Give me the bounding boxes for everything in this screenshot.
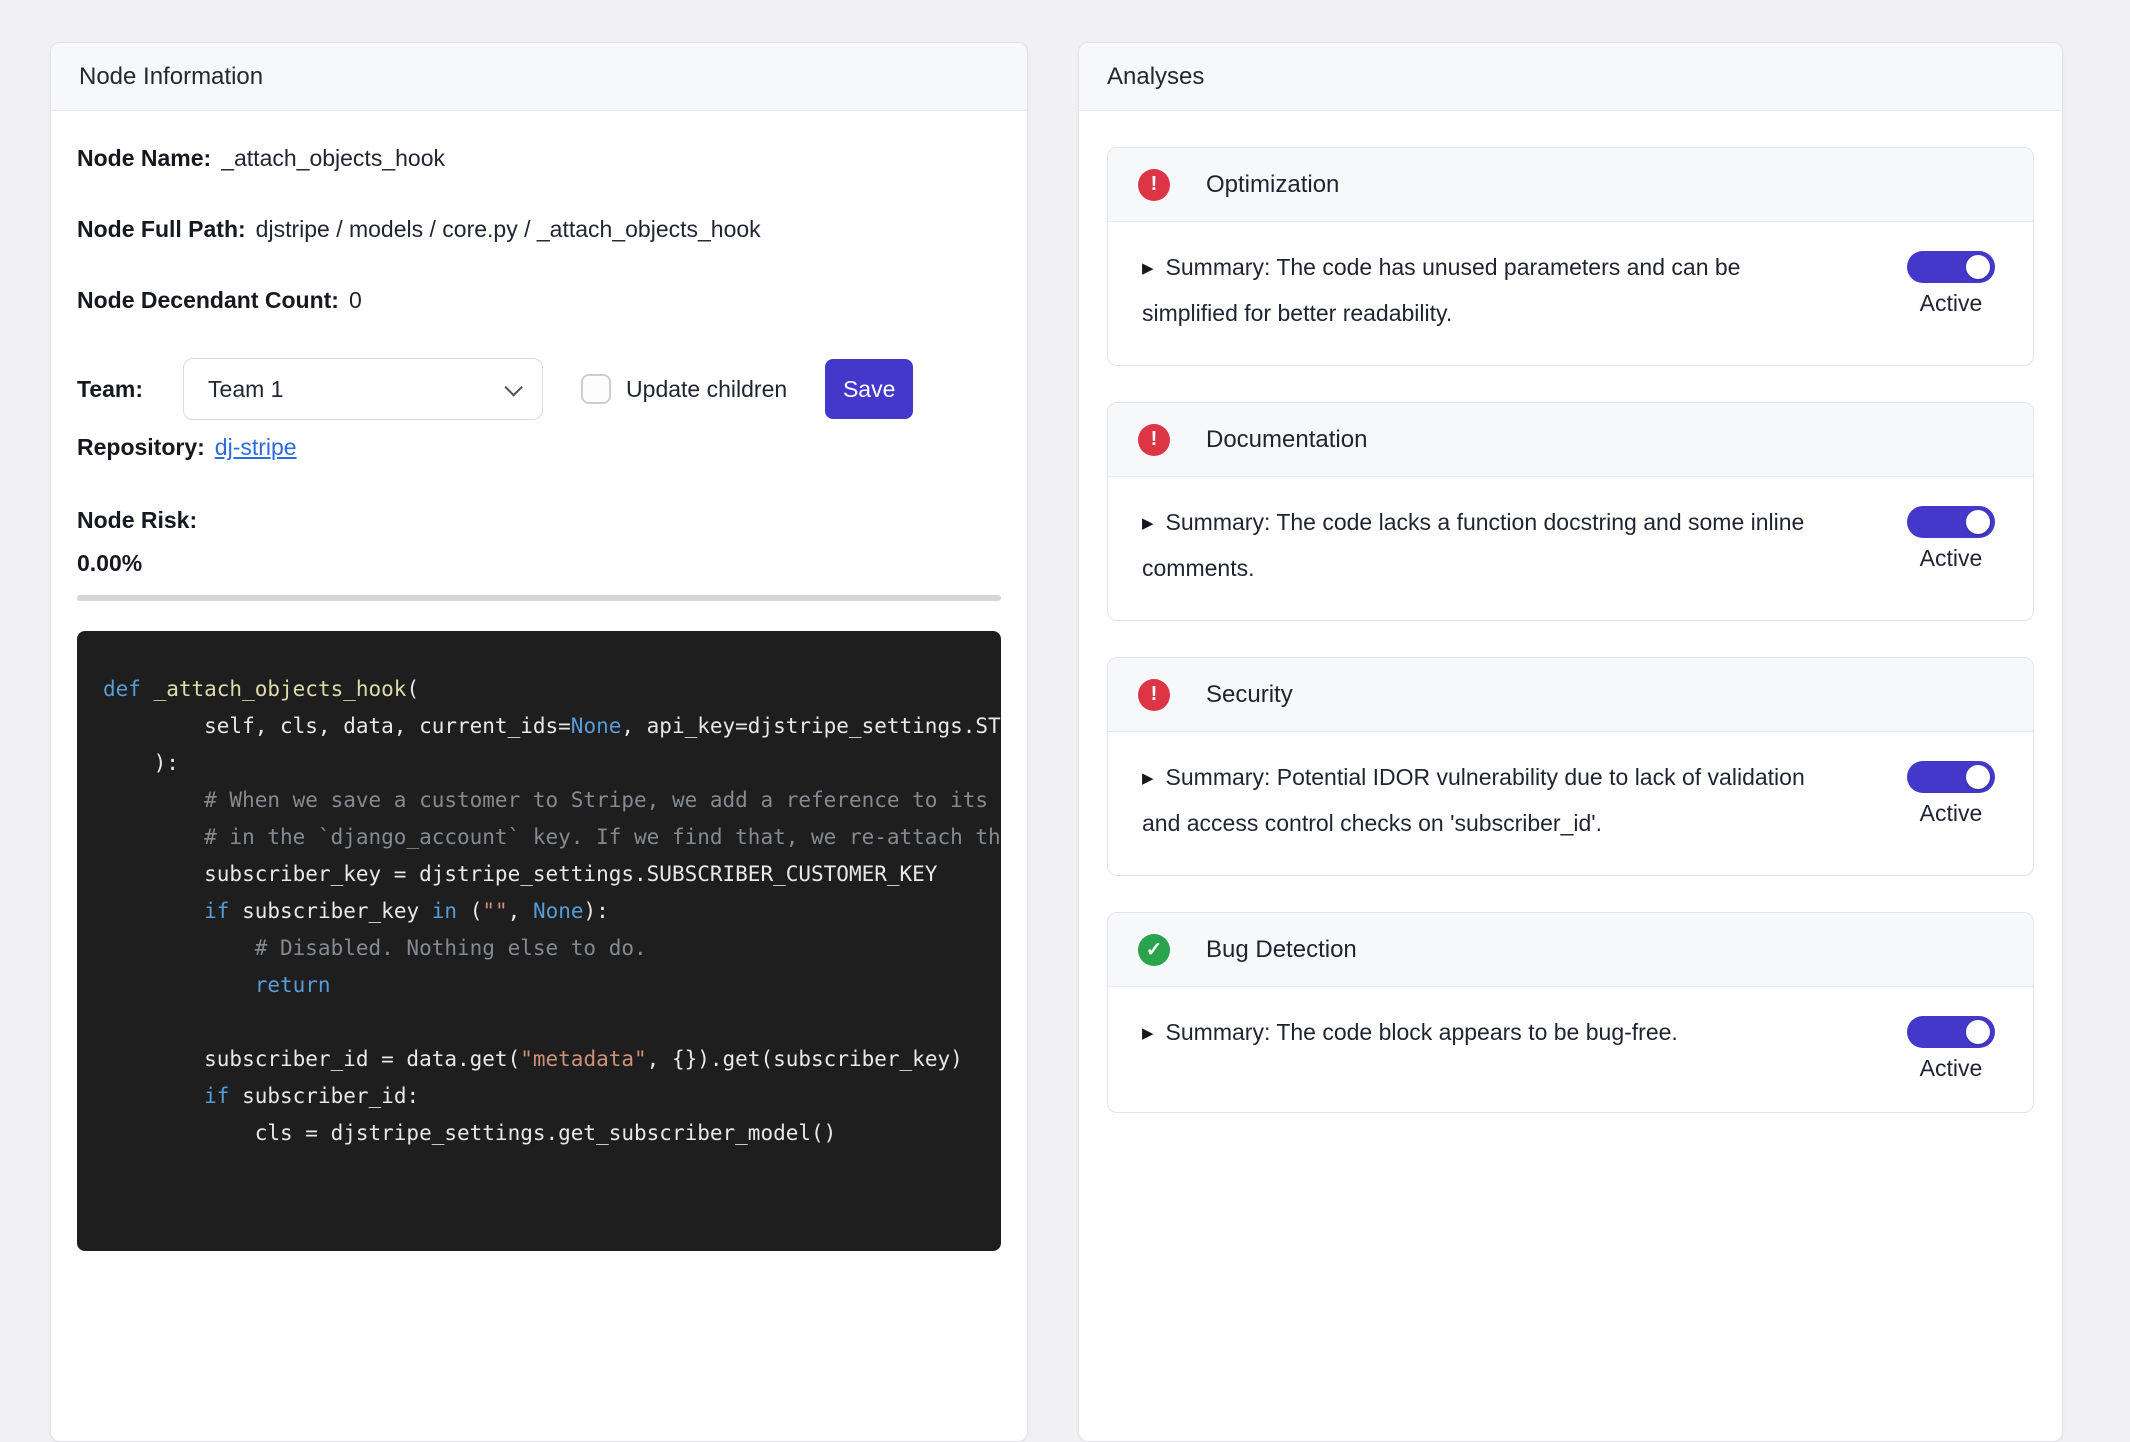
analysis-card-title: Security <box>1206 681 1293 709</box>
node-name-row: Node Name: _attach_objects_hook <box>77 145 1001 172</box>
node-full-path-row: Node Full Path: djstripe / models / core.… <box>77 216 1001 243</box>
chevron-down-icon <box>504 378 522 396</box>
analysis-card-title: Bug Detection <box>1206 936 1357 964</box>
node-full-path-value: djstripe / models / core.py / _attach_ob… <box>256 216 761 242</box>
update-children-label: Update children <box>626 376 787 403</box>
toggle-knob <box>1966 510 1990 534</box>
node-information-header: Node Information <box>51 43 1027 111</box>
analyses-panel: Analyses ! Optimization ▶Summary: The co… <box>1078 42 2063 1442</box>
analysis-summary[interactable]: ▶ Summary: The code block appears to be b… <box>1142 1011 1832 1057</box>
repository-link[interactable]: dj-stripe <box>215 434 297 460</box>
analysis-card: ! Documentation ▶Summary: The code lacks… <box>1107 402 2034 621</box>
analysis-card-body: ▶ Summary: The code block appears to be b… <box>1108 987 2033 1112</box>
disclosure-triangle-icon[interactable]: ▶ <box>1142 247 1154 290</box>
repository-row: Repository: dj-stripe <box>77 434 1001 461</box>
node-risk-label-row: Node Risk: <box>77 507 1001 534</box>
toggle-knob <box>1966 255 1990 279</box>
toggle-wrap: Active <box>1907 761 1995 827</box>
check-circle-icon: ✓ <box>1138 934 1170 966</box>
toggle-status-label: Active <box>1920 290 1983 317</box>
toggle-knob <box>1966 1020 1990 1044</box>
analysis-card-body: ▶Summary: Potential IDOR vulnerability d… <box>1108 732 2033 875</box>
team-select-value: Team 1 <box>208 376 283 403</box>
toggle-wrap: Active <box>1907 251 1995 317</box>
team-row: Team: Team 1 Update children Save <box>77 358 1001 420</box>
disclosure-triangle-icon[interactable]: ▶ <box>1142 757 1154 800</box>
save-button[interactable]: Save <box>825 359 913 419</box>
active-toggle[interactable] <box>1907 506 1995 538</box>
node-descendant-count-value: 0 <box>349 287 362 313</box>
node-name-value: _attach_objects_hook <box>221 145 445 171</box>
exclamation-circle-icon: ! <box>1138 424 1170 456</box>
analysis-card: ! Optimization ▶Summary: The code has un… <box>1107 147 2034 366</box>
analysis-summary[interactable]: ▶Summary: The code has unused parameters… <box>1142 246 1832 335</box>
team-select[interactable]: Team 1 <box>183 358 543 420</box>
node-risk-label: Node Risk: <box>77 507 197 533</box>
node-descendant-count-row: Node Decendant Count: 0 <box>77 287 1001 314</box>
exclamation-circle-icon: ! <box>1138 169 1170 201</box>
exclamation-circle-icon: ! <box>1138 679 1170 711</box>
disclosure-triangle-icon[interactable]: ▶ <box>1142 502 1154 545</box>
analysis-card-body: ▶Summary: The code has unused parameters… <box>1108 222 2033 365</box>
toggle-status-label: Active <box>1920 1055 1983 1082</box>
analysis-summary-text: Summary: The code block appears to be bu… <box>1166 1019 1678 1045</box>
active-toggle[interactable] <box>1907 761 1995 793</box>
analysis-summary-text: Summary: The code has unused parameters … <box>1142 254 1740 326</box>
analyses-title: Analyses <box>1107 63 1204 91</box>
node-information-panel: Node Information Node Name: _attach_objec… <box>50 42 1028 1442</box>
toggle-status-label: Active <box>1920 545 1983 572</box>
analysis-card: ✓ Bug Detection ▶ Summary: The code block… <box>1107 912 2034 1113</box>
analyses-header: Analyses <box>1079 43 2062 111</box>
code-lines: def _attach_objects_hook( self, cls, dat… <box>103 671 1001 1152</box>
analysis-summary[interactable]: ▶Summary: The code lacks a function docs… <box>1142 501 1832 590</box>
analysis-summary-text: Summary: Potential IDOR vulnerability du… <box>1142 764 1805 836</box>
toggle-status-label: Active <box>1920 800 1983 827</box>
analysis-card-list: ! Optimization ▶Summary: The code has un… <box>1079 111 2062 1149</box>
risk-progress-bar <box>77 595 1001 601</box>
toggle-wrap: Active <box>1907 506 1995 572</box>
analysis-summary[interactable]: ▶Summary: Potential IDOR vulnerability d… <box>1142 756 1832 845</box>
active-toggle[interactable] <box>1907 1016 1995 1048</box>
analysis-summary-text: Summary: The code lacks a function docst… <box>1142 509 1804 581</box>
analysis-card-title: Optimization <box>1206 171 1339 199</box>
repository-label: Repository: <box>77 434 205 460</box>
analysis-card-header: ! Security <box>1108 658 2033 732</box>
analysis-card-title: Documentation <box>1206 426 1367 454</box>
toggle-knob <box>1966 765 1990 789</box>
node-risk-value: 0.00% <box>77 550 1001 577</box>
analysis-card-header: ! Documentation <box>1108 403 2033 477</box>
analysis-card-header: ! Optimization <box>1108 148 2033 222</box>
analysis-card: ! Security ▶Summary: Potential IDOR vuln… <box>1107 657 2034 876</box>
node-descendant-count-label: Node Decendant Count: <box>77 287 339 313</box>
update-children-checkbox[interactable] <box>581 374 611 404</box>
analysis-card-header: ✓ Bug Detection <box>1108 913 2033 987</box>
toggle-wrap: Active <box>1907 1016 1995 1082</box>
analysis-card-body: ▶Summary: The code lacks a function docs… <box>1108 477 2033 620</box>
node-full-path-label: Node Full Path: <box>77 216 246 242</box>
team-label: Team: <box>77 376 143 403</box>
active-toggle[interactable] <box>1907 251 1995 283</box>
code-block: def _attach_objects_hook( self, cls, dat… <box>77 631 1001 1251</box>
node-name-label: Node Name: <box>77 145 211 171</box>
disclosure-triangle-icon[interactable]: ▶ <box>1142 1012 1154 1055</box>
node-information-body: Node Name: _attach_objects_hook Node Full… <box>51 111 1027 1277</box>
node-information-title: Node Information <box>79 63 263 91</box>
